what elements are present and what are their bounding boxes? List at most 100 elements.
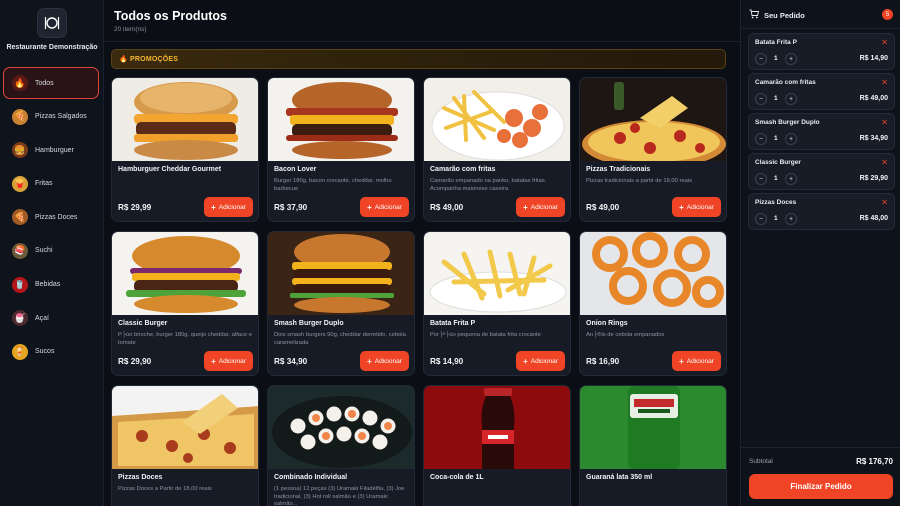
product-description: Pizzas tradicionais a partir de 19,00 re… bbox=[586, 178, 693, 184]
promotions-banner[interactable]: 🔥 PROMOÇÕES bbox=[111, 49, 726, 69]
plus-icon: + bbox=[679, 356, 684, 366]
cart-footer: Subtotal R$ 176,70 Finalizar Pedido bbox=[741, 447, 900, 506]
product-price: R$ 49,00 bbox=[430, 203, 464, 212]
add-label: Adicionar bbox=[374, 357, 402, 365]
increase-qty-button[interactable]: + bbox=[785, 53, 797, 65]
product-name: Coca-cola de 1L bbox=[430, 474, 484, 481]
remove-item-icon[interactable]: ✕ bbox=[881, 38, 888, 47]
category-sucos[interactable]: 🍹 Sucos bbox=[3, 336, 99, 368]
divider bbox=[741, 28, 900, 29]
category-label: Bebidas bbox=[35, 281, 61, 289]
cart-items: Batata Frita P ✕ − 1 + R$ 14,90 Camarão … bbox=[748, 33, 895, 233]
add-label: Adicionar bbox=[530, 203, 558, 211]
product-card[interactable]: Pizzas Doces Pizzas Doces a Partir de 18… bbox=[111, 385, 259, 506]
increase-qty-button[interactable]: + bbox=[785, 213, 797, 225]
cart-item-name: Classic Burger bbox=[755, 159, 801, 166]
add-label: Adicionar bbox=[374, 203, 402, 211]
add-label: Adicionar bbox=[686, 203, 714, 211]
sweet-pizza-icon: 🍕 bbox=[12, 209, 28, 226]
product-image bbox=[580, 232, 726, 315]
product-name: Pizzas Tradicionais bbox=[586, 166, 651, 173]
category-fritas[interactable]: 🍟 Fritas bbox=[3, 168, 99, 200]
decrease-qty-button[interactable]: − bbox=[755, 213, 767, 225]
fire-icon: 🔥 bbox=[12, 75, 28, 91]
category-pizzas-doces[interactable]: 🍕 Pizzas Doces bbox=[3, 201, 99, 233]
plus-icon: + bbox=[523, 202, 528, 212]
decrease-qty-button[interactable]: − bbox=[755, 93, 767, 105]
category-label: Hamburguer bbox=[35, 146, 74, 154]
remove-item-icon[interactable]: ✕ bbox=[881, 158, 888, 167]
sushi-icon: 🍣 bbox=[12, 242, 28, 259]
product-card[interactable]: Camarão com fritas Camarão empanado na p… bbox=[423, 77, 571, 222]
category-label: Pizzas Doces bbox=[35, 213, 78, 221]
divider bbox=[104, 41, 740, 42]
juice-icon: 🍹 bbox=[12, 343, 28, 360]
add-to-cart-button[interactable]: + Adicionar bbox=[204, 197, 253, 217]
product-card[interactable]: Combinado Individual (1 pessoa) 12 peças… bbox=[267, 385, 415, 506]
product-price: R$ 16,90 bbox=[586, 357, 620, 366]
remove-item-icon[interactable]: ✕ bbox=[881, 118, 888, 127]
product-image bbox=[424, 386, 570, 469]
product-image bbox=[112, 78, 258, 161]
plus-icon: + bbox=[367, 356, 372, 366]
product-card[interactable]: Bacon Lover Burger 180g, bacon crocante,… bbox=[267, 77, 415, 222]
cart-item-qty: 1 bbox=[774, 215, 778, 222]
add-to-cart-button[interactable]: + Adicionar bbox=[672, 351, 721, 371]
product-price: R$ 49,00 bbox=[586, 203, 620, 212]
product-name: Camarão com fritas bbox=[430, 166, 496, 173]
product-image bbox=[268, 78, 414, 161]
decrease-qty-button[interactable]: − bbox=[755, 53, 767, 65]
increase-qty-button[interactable]: + bbox=[785, 133, 797, 145]
add-to-cart-button[interactable]: + Adicionar bbox=[672, 197, 721, 217]
product-description: (1 pessoa) 12 peças (3) Uramaki Filadélf… bbox=[274, 486, 405, 506]
product-card[interactable]: Smash Burger Duplo Dois smash burgers 90… bbox=[267, 231, 415, 376]
restaurant-utensils-icon bbox=[37, 8, 67, 38]
checkout-button[interactable]: Finalizar Pedido bbox=[749, 474, 893, 499]
category-hamburguer[interactable]: 🍔 Hamburguer bbox=[3, 134, 99, 166]
acai-icon: 🍧 bbox=[12, 310, 28, 327]
increase-qty-button[interactable]: + bbox=[785, 93, 797, 105]
product-price: R$ 29,99 bbox=[118, 203, 152, 212]
cart-item: Camarão com fritas ✕ − 1 + R$ 49,00 bbox=[748, 73, 895, 110]
product-card[interactable]: Hamburguer Cheddar Gourmet R$ 29,99 + Adi… bbox=[111, 77, 259, 222]
product-image bbox=[580, 78, 726, 161]
cart-item-name: Smash Burger Duplo bbox=[755, 119, 820, 126]
product-card[interactable]: Pizzas Tradicionais Pizzas tradicionais … bbox=[579, 77, 727, 222]
product-card[interactable]: Onion Rings An├®is de cebola empanados R… bbox=[579, 231, 727, 376]
product-description: Pizzas Doces a Partir de 18,00 reais bbox=[118, 486, 212, 492]
category-pizzas-salgados[interactable]: 🍕 Pizzas Salgados bbox=[3, 101, 99, 133]
category-sidebar: Restaurante Demonstração 🔥 Todos 🍕 Pizza… bbox=[0, 0, 104, 506]
cart-item: Classic Burger ✕ − 1 + R$ 29,90 bbox=[748, 153, 895, 190]
add-to-cart-button[interactable]: + Adicionar bbox=[516, 351, 565, 371]
remove-item-icon[interactable]: ✕ bbox=[881, 198, 888, 207]
category-label: Fritas bbox=[35, 180, 53, 188]
soda-icon: 🥤 bbox=[12, 276, 28, 293]
cart-item-price: R$ 34,90 bbox=[859, 135, 888, 142]
decrease-qty-button[interactable]: − bbox=[755, 133, 767, 145]
add-to-cart-button[interactable]: + Adicionar bbox=[516, 197, 565, 217]
product-card[interactable]: Batata Frita P Por├º├úo pequena de batat… bbox=[423, 231, 571, 376]
add-label: Adicionar bbox=[218, 357, 246, 365]
add-to-cart-button[interactable]: + Adicionar bbox=[360, 351, 409, 371]
product-image bbox=[580, 386, 726, 469]
product-description: An├®is de cebola empanados bbox=[586, 332, 665, 338]
product-card[interactable]: Classic Burger P├úo brioche, burger 180g… bbox=[111, 231, 259, 376]
pizza-icon: 🍕 bbox=[12, 108, 28, 125]
product-card[interactable]: Coca-cola de 1L bbox=[423, 385, 571, 506]
decrease-qty-button[interactable]: − bbox=[755, 173, 767, 185]
increase-qty-button[interactable]: + bbox=[785, 173, 797, 185]
product-name: Onion Rings bbox=[586, 320, 628, 327]
add-to-cart-button[interactable]: + Adicionar bbox=[360, 197, 409, 217]
product-card[interactable]: Guaraná lata 350 ml bbox=[579, 385, 727, 506]
category-label: Sucos bbox=[35, 348, 55, 356]
category-bebidas[interactable]: 🥤 Bebidas bbox=[3, 269, 99, 301]
product-price: R$ 34,90 bbox=[274, 357, 308, 366]
add-to-cart-button[interactable]: + Adicionar bbox=[204, 351, 253, 371]
category-suchi[interactable]: 🍣 Suchi bbox=[3, 235, 99, 267]
category-label: Todos bbox=[35, 79, 54, 87]
product-image bbox=[424, 232, 570, 315]
category-acai[interactable]: 🍧 Açaí bbox=[3, 302, 99, 334]
category-label: Açaí bbox=[35, 314, 50, 322]
category-todos[interactable]: 🔥 Todos bbox=[3, 67, 99, 99]
remove-item-icon[interactable]: ✕ bbox=[881, 78, 888, 87]
